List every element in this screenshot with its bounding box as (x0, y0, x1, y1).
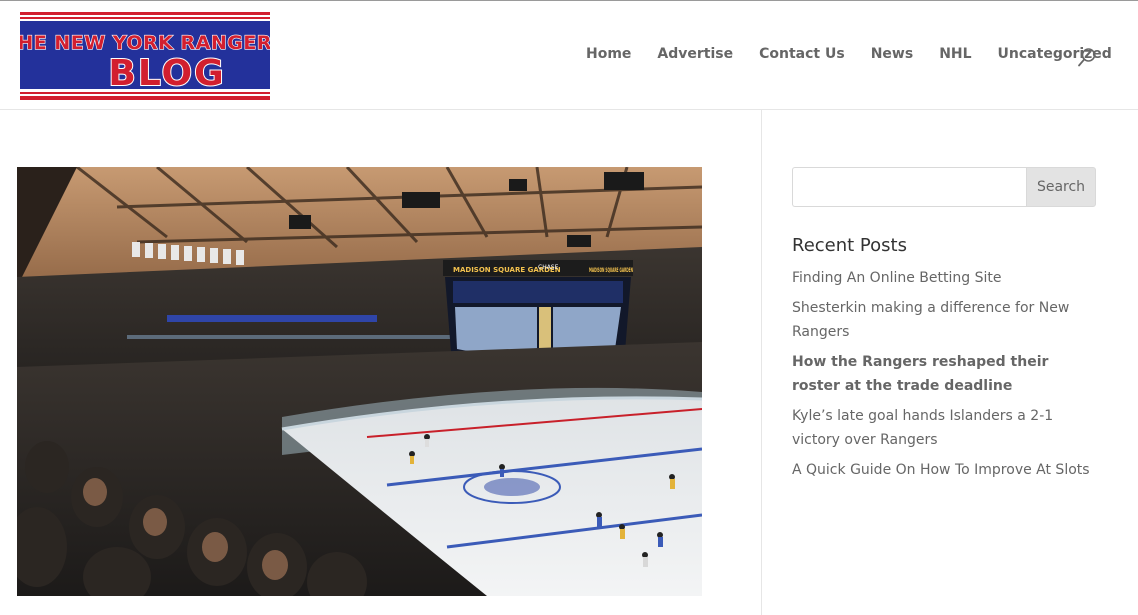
logo-line2: BLOG (108, 53, 225, 94)
nav-home[interactable]: Home (586, 46, 631, 62)
recent-posts-list: Finding An Online Betting Site Shesterki… (792, 266, 1092, 488)
recent-post-link[interactable]: A Quick Guide On How To Improve At Slots (792, 458, 1092, 482)
sidebar-divider (761, 110, 762, 615)
recent-post-link[interactable]: How the Rangers reshaped their roster at… (792, 350, 1092, 398)
sidebar-search-input[interactable] (792, 167, 1028, 207)
logo-line1: THE NEW YORK RANGERS (20, 32, 270, 54)
search-button[interactable]: Search (1026, 167, 1096, 207)
recent-post-link[interactable]: Kyle’s late goal hands Islanders a 2-1 v… (792, 404, 1092, 452)
recent-posts-heading: Recent Posts (792, 235, 907, 256)
site-logo[interactable]: THE NEW YORK RANGERS BLOG (20, 12, 270, 100)
nav-contact-us[interactable]: Contact Us (759, 46, 845, 62)
recent-post-link[interactable]: Shesterkin making a difference for New R… (792, 296, 1092, 344)
nav-nhl[interactable]: NHL (939, 46, 971, 62)
jumbotron-right-text: MADISON SQUARE GARDEN (589, 267, 633, 274)
main-nav: Home Advertise Contact Us News NHL Uncat… (586, 46, 1138, 62)
site-header: THE NEW YORK RANGERS BLOG Home Advertise… (0, 1, 1138, 110)
nav-advertise[interactable]: Advertise (657, 46, 733, 62)
sidebar-search-form: Search (792, 167, 1096, 207)
nav-news[interactable]: News (871, 46, 913, 62)
recent-post-link[interactable]: Finding An Online Betting Site (792, 266, 1092, 290)
jumbotron-center-text: CHASE (538, 264, 559, 271)
search-icon[interactable] (1077, 47, 1097, 67)
featured-image[interactable]: MADISON SQUARE GARDEN CHASE MADISON SQUA… (17, 167, 702, 596)
